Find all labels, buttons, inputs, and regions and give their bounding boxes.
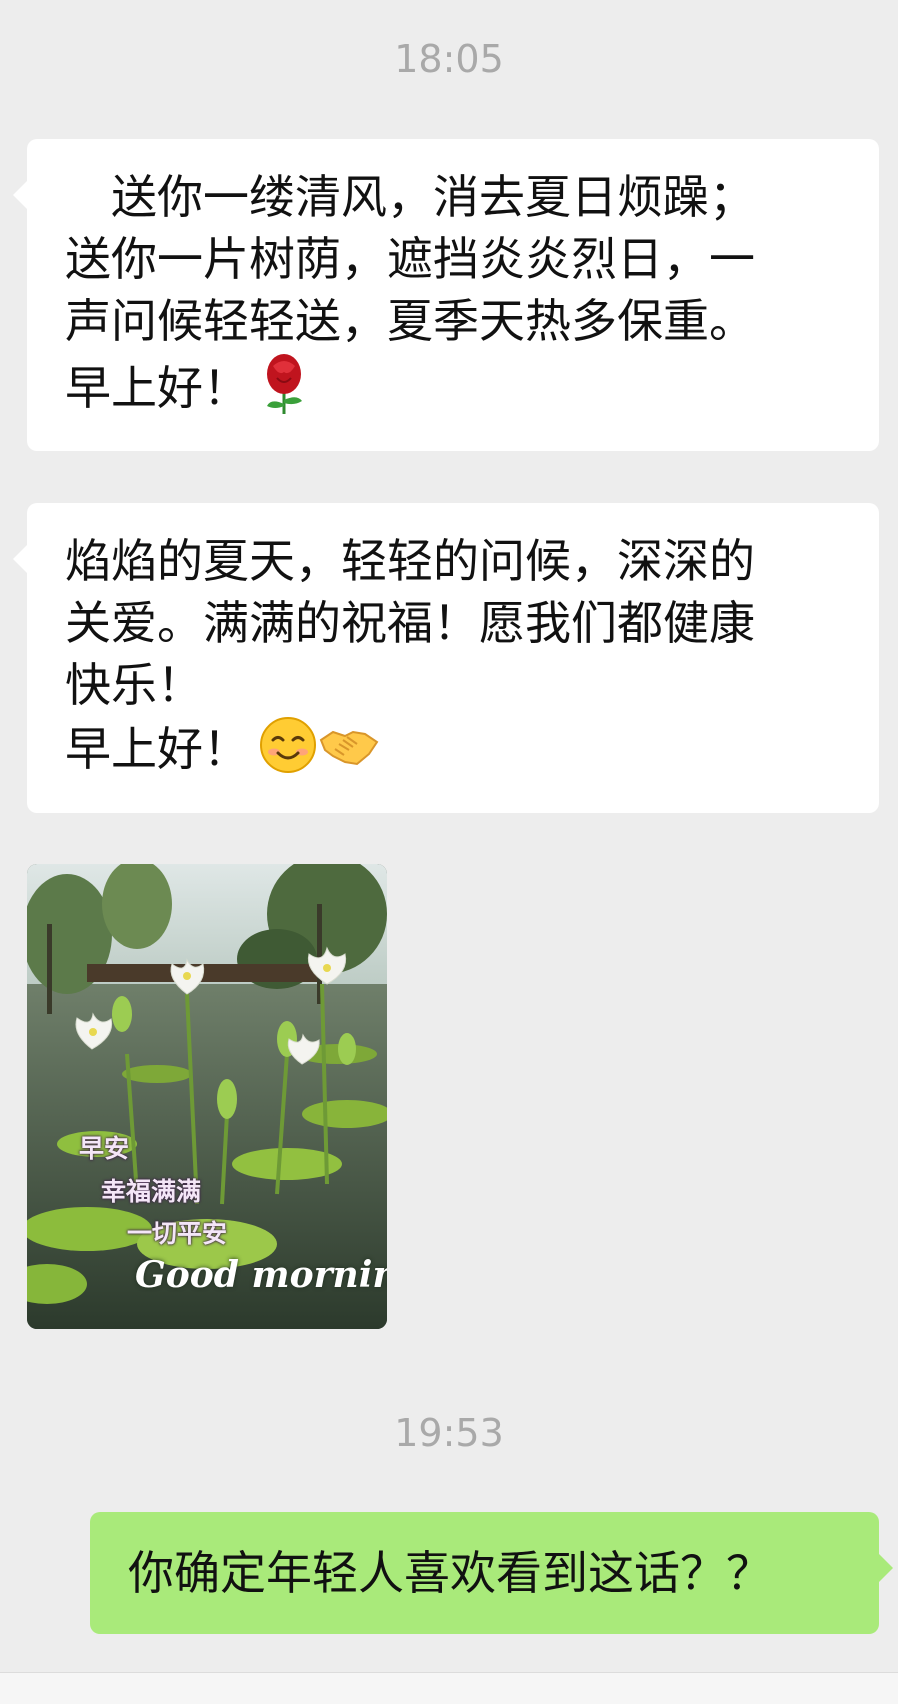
- timestamp: 18:05: [394, 37, 504, 81]
- message-last-line: 早上好！: [65, 716, 841, 789]
- image-caption: 一切平安: [127, 1219, 228, 1248]
- message-line: 焰焰的夏天，轻轻的问候，深深的: [65, 534, 755, 588]
- message-last-line: 早上好！: [65, 352, 841, 431]
- message-line: 关爱。满满的祝福！愿我们都健康: [65, 596, 755, 650]
- outgoing-message-bubble[interactable]: 你确定年轻人喜欢看到这话？？: [90, 1512, 893, 1634]
- input-bar[interactable]: [0, 1672, 898, 1704]
- message-line: 早上好！: [65, 722, 249, 776]
- message-bubble[interactable]: 焰焰的夏天，轻轻的问候，深深的 关爱。满满的祝福！愿我们都健康 快乐！ 早上好！: [13, 503, 879, 813]
- image-caption: 幸福满满: [101, 1177, 202, 1206]
- image-message[interactable]: 早安 幸福满满 一切平安 Good morning: [27, 864, 387, 1329]
- message-line: 早上好！: [65, 361, 249, 415]
- image-title: Good morning: [135, 1254, 387, 1296]
- image-caption: 早安: [79, 1134, 130, 1163]
- message-line: 送你一片树荫，遮挡炎炎烈日，一: [65, 232, 755, 286]
- handshake-icon: [319, 720, 379, 785]
- message-line: 快乐！: [65, 658, 203, 712]
- message-line: 送你一缕清风，消去夏日烦躁；: [65, 170, 755, 224]
- rose-icon: [259, 352, 309, 431]
- timestamp: 19:53: [394, 1411, 504, 1455]
- message-bubble[interactable]: 送你一缕清风，消去夏日烦躁； 送你一片树荫，遮挡炎炎烈日，一 声问候轻轻送，夏季…: [13, 139, 879, 451]
- smiling-face-icon: [259, 716, 317, 789]
- message-line: 声问候轻轻送，夏季天热多保重。: [65, 294, 755, 348]
- message-text: 你确定年轻人喜欢看到这话？？: [128, 1546, 772, 1600]
